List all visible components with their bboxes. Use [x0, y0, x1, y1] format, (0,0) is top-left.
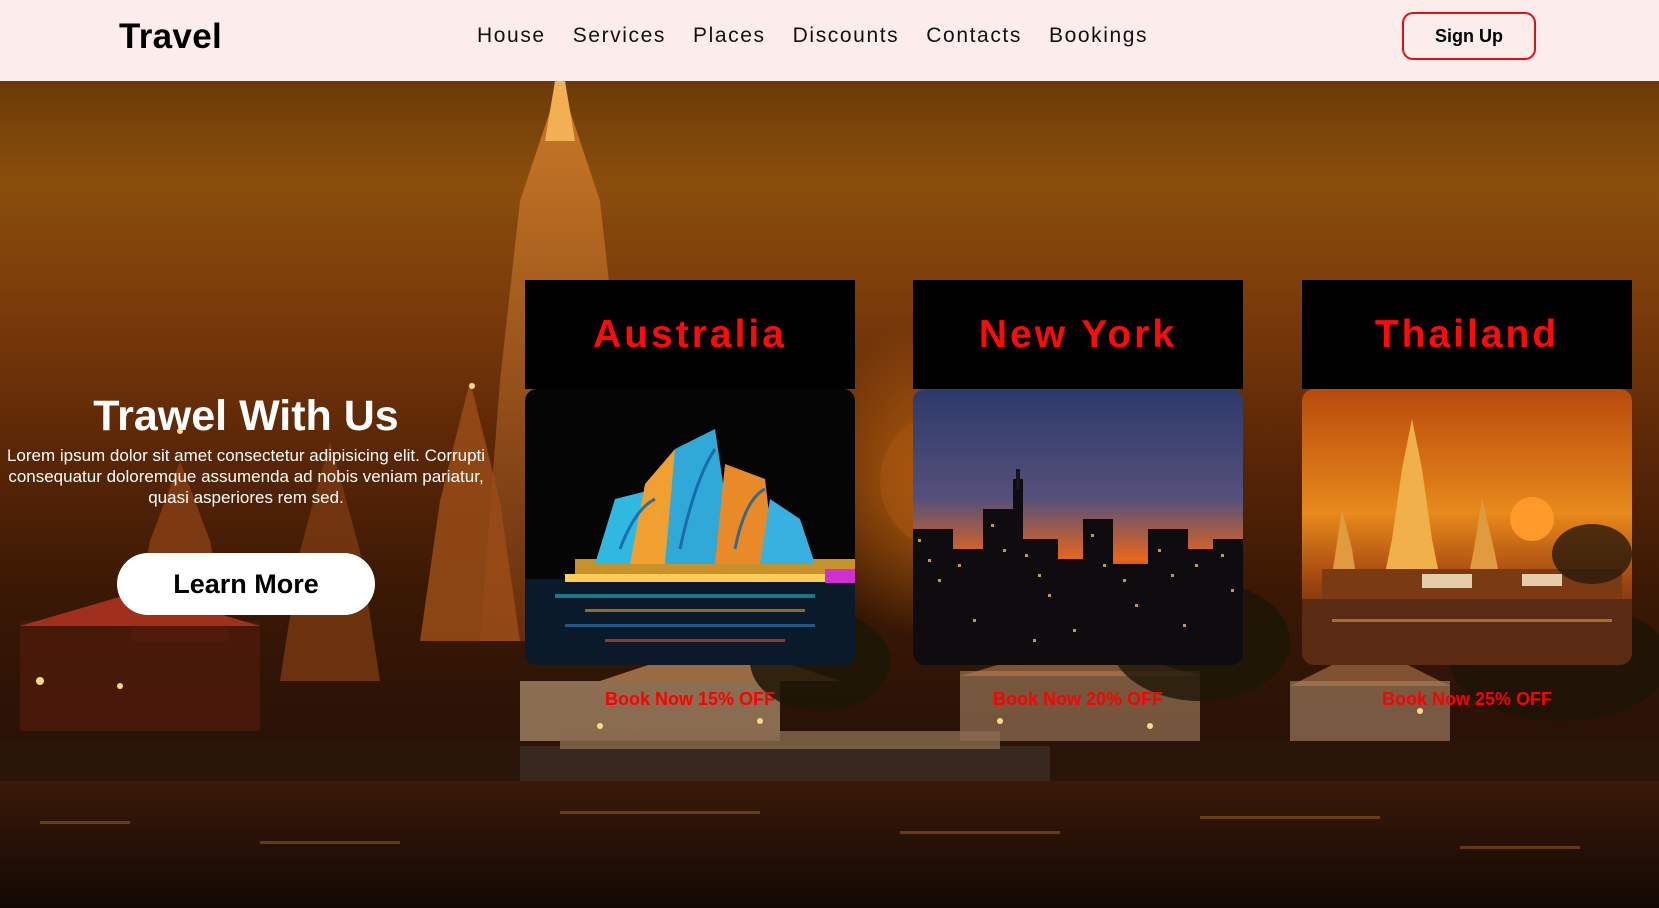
new-york-skyline-image	[913, 389, 1243, 665]
nav-link-discounts[interactable]: Discounts	[793, 24, 900, 48]
new-york-image[interactable]	[913, 389, 1243, 665]
australia-image[interactable]	[525, 389, 855, 665]
book-now-link[interactable]: Book Now 25% OFF	[1302, 689, 1632, 710]
learn-more-button[interactable]: Learn More	[117, 553, 375, 615]
nav-link-places[interactable]: Places	[693, 24, 766, 48]
nav-link-contacts[interactable]: Contacts	[926, 24, 1022, 48]
destination-card-thailand[interactable]: Thailand Book Now 25% OFF	[1302, 280, 1632, 710]
destination-card-new-york[interactable]: New York Book Now 20% OFF	[913, 280, 1243, 710]
hero-title: Trawel With Us	[93, 392, 399, 440]
navbar: Travel House Services Places Discounts C…	[0, 0, 1659, 81]
nav-link-services[interactable]: Services	[573, 24, 666, 48]
sydney-opera-house-image	[525, 389, 855, 665]
thailand-image[interactable]	[1302, 389, 1632, 665]
nav-link-bookings[interactable]: Bookings	[1049, 24, 1148, 48]
card-title: Thailand	[1302, 280, 1632, 389]
destination-card-australia[interactable]: Australia Book Now 15% OFF	[525, 280, 855, 710]
nav-link-house[interactable]: House	[477, 24, 546, 48]
hero-section: Trawel With Us Lorem ipsum dolor sit ame…	[0, 81, 1659, 908]
card-title: New York	[913, 280, 1243, 389]
book-now-link[interactable]: Book Now 15% OFF	[525, 689, 855, 710]
hero-description: Lorem ipsum dolor sit amet consectetur a…	[6, 446, 486, 507]
card-title: Australia	[525, 280, 855, 389]
thailand-temple-image	[1302, 389, 1632, 665]
signup-button[interactable]: Sign Up	[1402, 12, 1536, 60]
nav-links: House Services Places Discounts Contacts…	[477, 24, 1175, 48]
book-now-link[interactable]: Book Now 20% OFF	[913, 689, 1243, 710]
logo[interactable]: Travel	[119, 17, 222, 57]
